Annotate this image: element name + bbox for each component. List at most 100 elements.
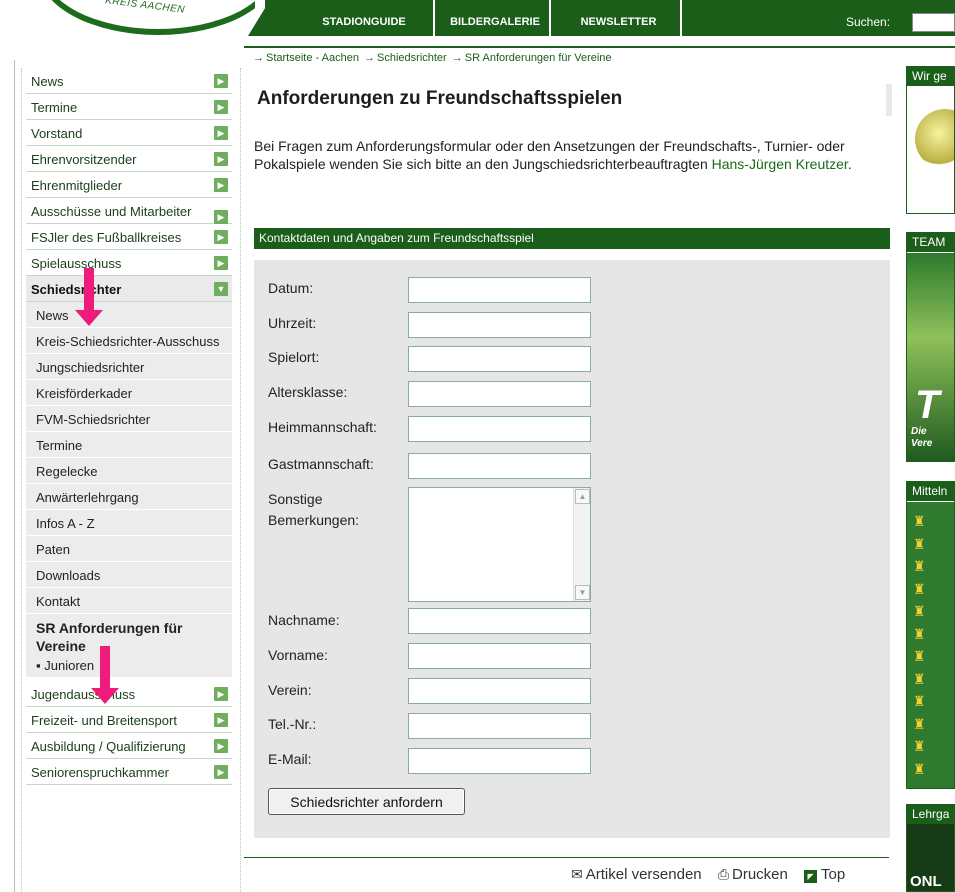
article-actions: ✉ Artikel versenden ⎙ Drucken ◤ Top — [571, 866, 845, 883]
vorname-field[interactable] — [408, 643, 591, 669]
sidebar-border-right — [240, 68, 241, 892]
sidebar-subitem-regelecke[interactable]: Regelecke — [26, 458, 232, 484]
bemerkungen-textarea[interactable]: ▲ ▼ — [408, 487, 591, 602]
breadcrumb-schiedsrichter[interactable]: Schiedsrichter — [377, 52, 447, 64]
tel-field[interactable] — [408, 713, 591, 739]
email-label: E-Mail: — [268, 751, 312, 767]
datum-label: Datum: — [268, 280, 314, 296]
sidebar-item-termine[interactable]: Termine ▶ — [26, 94, 232, 120]
sidebar-subitem-termine[interactable]: Termine — [26, 432, 232, 458]
contact-link[interactable]: Hans-Jürgen Kreutzer — [712, 156, 848, 172]
printer-icon: ⎙ — [717, 866, 730, 882]
nav-bildergalerie[interactable]: BILDERGALERIE — [441, 0, 551, 36]
spielort-field[interactable] — [408, 346, 591, 372]
heimmannschaft-label: Heimmannschaft: — [268, 419, 377, 435]
promo-box-team[interactable]: TEAM T Die Vere — [906, 232, 955, 462]
sidebar-subitem-news[interactable]: News — [26, 302, 232, 328]
gastmannschaft-label: Gastmannschaft: — [268, 456, 374, 472]
breadcrumb-arrow-icon: → — [364, 52, 376, 64]
promo-box-mitteln[interactable]: Mitteln ♜ ♜ ♜ ♜ ♜ ♜ ♜ ♜ ♜ ♜ ♜ ♜ — [906, 481, 955, 789]
scroll-up-icon[interactable]: ▲ — [575, 489, 590, 504]
chevron-right-icon: ▶ — [214, 178, 228, 192]
nav-stadionguide[interactable]: STADIONGUIDE — [295, 0, 435, 36]
sidebar-subitem-jungschiedsrichter[interactable]: Jungschiedsrichter — [26, 354, 232, 380]
site-header: KREIS AACHEN STADIONGUIDE BILDERGALERIE … — [0, 0, 955, 44]
sidebar-item-label: Termine — [31, 100, 78, 115]
sidebar-subitem-kreisfoerderkader[interactable]: Kreisförderkader — [26, 380, 232, 406]
scroll-down-icon[interactable]: ▼ — [575, 585, 590, 600]
gastmannschaft-field[interactable] — [408, 453, 591, 479]
sidebar-item-vorstand[interactable]: Vorstand ▶ — [26, 120, 232, 146]
sidebar-subitem-label: Junioren — [44, 658, 95, 673]
chevron-right-icon: ▶ — [214, 230, 228, 244]
sidebar-subitem-kontakt[interactable]: Kontakt — [26, 588, 232, 614]
datum-field[interactable] — [408, 277, 591, 303]
sidebar-item-fsjler[interactable]: FSJler des Fußballkreises ▶ — [26, 224, 232, 250]
top-arrow-icon: ◤ — [804, 870, 818, 883]
promo-caption: Die — [911, 426, 927, 437]
sidebar-item-label: FSJler des Fußballkreises — [31, 230, 182, 245]
sidebar-item-label: Ausbildung / Qualifizierung — [31, 739, 186, 754]
promo-image — [915, 109, 954, 169]
sidebar-item-jugendausschuss[interactable]: Jugendausschuss ▶ — [26, 681, 232, 707]
sidebar-item-seniorenspruchkammer[interactable]: Seniorenspruchkammer ▶ — [26, 759, 232, 785]
breadcrumb-current[interactable]: SR Anforderungen für Vereine — [465, 52, 612, 64]
altersklasse-field[interactable] — [408, 381, 591, 407]
sidebar-menu: News ▶ Termine ▶ Vorstand ▶ Ehrenvorsitzend… — [26, 68, 232, 785]
sidebar-item-schiedsrichter[interactable]: Schiedsrichter ▼ — [26, 276, 232, 302]
print-link[interactable]: Drucken — [732, 866, 788, 883]
sidebar-subitem-anwaerterlehrgang[interactable]: Anwärterlehrgang — [26, 484, 232, 510]
sidebar-item-label: Ausschüsse und Mitarbeiter — [31, 204, 192, 219]
sidebar-border-left — [21, 68, 22, 892]
bemerkungen-label: Bemerkungen: — [268, 512, 360, 528]
sidebar-item-label: Spielausschuss — [31, 256, 122, 271]
sidebar-subitem-sr-anforderungen[interactable]: SR Anforderungen für Vereine — [26, 614, 232, 656]
sidebar-item-ehrenmitglieder[interactable]: Ehrenmitglieder ▶ — [26, 172, 232, 198]
promo-box-title: TEAM — [907, 233, 954, 252]
sidebar-subitem-infos[interactable]: Infos A - Z — [26, 510, 232, 536]
breadcrumb-home[interactable]: Startseite - Aachen — [266, 52, 359, 64]
sidebar-item-news[interactable]: News ▶ — [26, 68, 232, 94]
chevron-right-icon: ▶ — [214, 152, 228, 166]
title-accent — [886, 84, 892, 116]
sidebar-item-ehrenvorsitzender[interactable]: Ehrenvorsitzender ▶ — [26, 146, 232, 172]
sonstige-label: Sonstige — [268, 491, 323, 507]
promo-caption: Vere — [911, 438, 933, 449]
altersklasse-label: Altersklasse: — [268, 384, 348, 400]
textarea-scrollbar[interactable]: ▲ ▼ — [573, 488, 590, 601]
sidebar-subitem-downloads[interactable]: Downloads — [26, 562, 232, 588]
sidebar-item-ausbildung[interactable]: Ausbildung / Qualifizierung ▶ — [26, 733, 232, 759]
chevron-down-icon: ▼ — [214, 282, 228, 296]
search-input[interactable] — [912, 13, 955, 32]
top-link[interactable]: Top — [821, 866, 845, 883]
sidebar-item-spielausschuss[interactable]: Spielausschuss ▶ — [26, 250, 232, 276]
sidebar-subitem-ksa[interactable]: Kreis-Schiedsrichter-Ausschuss — [26, 328, 232, 354]
send-article-link[interactable]: Artikel versenden — [586, 866, 702, 883]
site-logo[interactable]: KREIS AACHEN — [0, 0, 255, 44]
promo-box-lehrgang[interactable]: Lehrga ONL — [906, 804, 955, 892]
sidebar-subitem-fvm[interactable]: FVM-Schiedsrichter — [26, 406, 232, 432]
submit-button[interactable]: Schiedsrichter anfordern — [268, 788, 465, 815]
sidebar-item-label: Ehrenmitglieder — [31, 178, 123, 193]
nav-newsletter[interactable]: NEWSLETTER — [557, 0, 682, 36]
sidebar-subitem-paten[interactable]: Paten — [26, 536, 232, 562]
promo-box-1[interactable]: Wir ge — [906, 66, 955, 214]
tel-label: Tel.-Nr.: — [268, 716, 317, 732]
page-border — [14, 60, 15, 892]
chevron-right-icon: ▶ — [214, 100, 228, 114]
heimmannschaft-field[interactable] — [408, 416, 591, 442]
sidebar-item-freizeit[interactable]: Freizeit- und Breitensport ▶ — [26, 707, 232, 733]
verein-field[interactable] — [408, 678, 591, 704]
nachname-field[interactable] — [408, 608, 591, 634]
crests-icon: ♜ ♜ ♜ ♜ ♜ ♜ ♜ ♜ ♜ ♜ ♜ ♜ — [913, 513, 926, 777]
header-rule — [244, 46, 955, 48]
sidebar-item-ausschuesse[interactable]: Ausschüsse und Mitarbeiter ▶ — [26, 198, 232, 224]
uhrzeit-field[interactable] — [408, 312, 591, 338]
promo-box-title: Wir ge — [907, 67, 954, 86]
chevron-right-icon: ▶ — [214, 256, 228, 270]
sidebar-item-label: Jugendausschuss — [31, 687, 136, 702]
email-field[interactable] — [408, 748, 591, 774]
breadcrumb-arrow-icon: → — [253, 52, 264, 64]
sidebar-subitem-junioren[interactable]: ▪ Junioren — [26, 656, 232, 678]
sidebar-item-label: Vorstand — [31, 126, 83, 141]
